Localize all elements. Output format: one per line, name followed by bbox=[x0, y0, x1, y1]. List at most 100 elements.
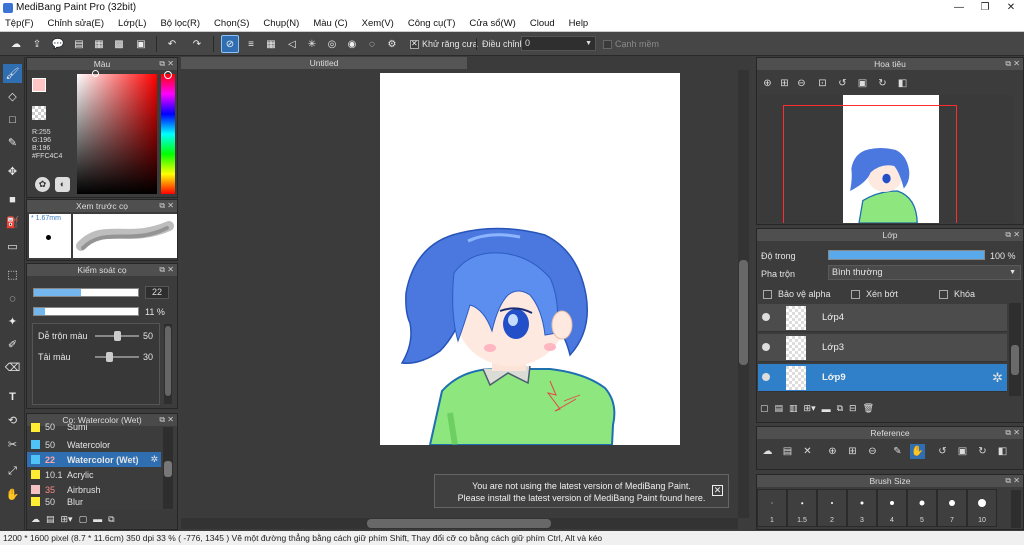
soft-edge-toggle[interactable]: Cạnh mềm bbox=[603, 39, 659, 49]
new-layer-8bit-icon[interactable]: ▤ bbox=[775, 403, 784, 414]
menu-edit[interactable]: Chỉnh sửa(E) bbox=[48, 18, 105, 29]
curve-snap-icon[interactable]: ◉ bbox=[343, 35, 361, 53]
fit-icon[interactable]: ⊞ bbox=[777, 76, 792, 91]
brush-list-item[interactable]: 50 Blur bbox=[27, 497, 161, 507]
visibility-eye-icon[interactable] bbox=[762, 343, 770, 351]
popout-icon[interactable]: ⧉ ✕ bbox=[159, 58, 174, 70]
navigator-viewport-frame[interactable] bbox=[783, 105, 957, 223]
brush-size-cell[interactable]: 7 bbox=[937, 489, 967, 527]
layer-row[interactable]: Lớp4 bbox=[758, 304, 1007, 332]
brush-size-cell[interactable]: 2 bbox=[817, 489, 847, 527]
hue-cursor[interactable] bbox=[164, 71, 172, 79]
export-icon[interactable]: ⇪ bbox=[28, 35, 46, 53]
radial-snap-icon[interactable]: ✳ bbox=[303, 35, 321, 53]
document-icon[interactable]: ▦ bbox=[90, 35, 108, 53]
popout-icon[interactable]: ⧉ ✕ bbox=[159, 264, 174, 276]
zoom-out-icon[interactable]: ⊖ bbox=[794, 76, 809, 91]
brush-list-scrollbar[interactable] bbox=[163, 427, 173, 509]
duplicate-icon[interactable]: ▢ bbox=[79, 514, 88, 525]
operation-tool-icon[interactable]: ⟲ bbox=[3, 411, 22, 430]
menu-view[interactable]: Xem(V) bbox=[362, 18, 394, 29]
menu-window[interactable]: Cửa sổ(W) bbox=[469, 18, 515, 29]
copy-icon[interactable]: ⧉ bbox=[108, 514, 114, 525]
clipping-toggle[interactable]: Xén bớt bbox=[851, 289, 898, 299]
grid-snap-icon[interactable]: ▦ bbox=[262, 35, 280, 53]
close-reference-icon[interactable]: ✕ bbox=[800, 444, 815, 459]
brush-size-cell[interactable]: 3 bbox=[847, 489, 877, 527]
layer-list-scrollbar[interactable] bbox=[1009, 303, 1021, 396]
scroll-thumb[interactable] bbox=[367, 519, 551, 528]
eyedropper-tool-icon[interactable]: ⤢ bbox=[3, 462, 22, 481]
lock-toggle[interactable]: Khóa bbox=[939, 289, 975, 299]
rotate-left-icon[interactable]: ↺ bbox=[935, 444, 950, 459]
layer-row-selected[interactable]: Lớp9 ✲ bbox=[758, 364, 1007, 392]
brush-size-scrollbar[interactable] bbox=[1011, 490, 1021, 528]
snap-settings-icon[interactable]: ⚙ bbox=[383, 35, 401, 53]
new-layer-icon[interactable]: ▢ bbox=[760, 403, 769, 414]
brush-size-cell[interactable]: 4 bbox=[877, 489, 907, 527]
open-folder-icon[interactable]: ▤ bbox=[780, 444, 795, 459]
magic-wand-tool-icon[interactable]: ✦ bbox=[3, 312, 22, 331]
document-tab[interactable]: Untitled bbox=[181, 57, 467, 69]
amount-slider[interactable] bbox=[95, 352, 139, 362]
clipping-checkbox[interactable] bbox=[851, 289, 860, 299]
select-eraser-tool-icon[interactable]: ⌫ bbox=[3, 358, 22, 377]
popout-icon[interactable]: ⧉ ✕ bbox=[1005, 58, 1020, 70]
update-notice[interactable]: You are not using the latest version of … bbox=[434, 474, 729, 508]
lasso-tool-icon[interactable]: ◌ bbox=[3, 289, 22, 308]
rotate-left-icon[interactable]: ↺ bbox=[835, 76, 850, 91]
hue-slider[interactable] bbox=[161, 71, 175, 194]
menu-cloud[interactable]: Cloud bbox=[530, 18, 555, 29]
protect-alpha-toggle[interactable]: Bảo vệ alpha bbox=[763, 289, 831, 299]
navigator-preview[interactable] bbox=[759, 95, 1013, 223]
palette-icon[interactable]: ✿ bbox=[35, 177, 50, 192]
popout-icon[interactable]: ⧉ ✕ bbox=[1005, 427, 1020, 439]
soft-edge-checkbox[interactable] bbox=[603, 39, 612, 49]
protect-alpha-checkbox[interactable] bbox=[763, 289, 772, 299]
select-rect-tool-icon[interactable]: ⬚ bbox=[3, 265, 22, 284]
bucket-tool-icon[interactable]: ⛽ bbox=[3, 213, 22, 232]
reset-view-icon[interactable]: ▣ bbox=[955, 444, 970, 459]
gear-icon[interactable]: ✲ bbox=[150, 454, 158, 465]
add-brush-icon[interactable]: ⊞▾ bbox=[61, 514, 73, 525]
scroll-thumb[interactable] bbox=[1011, 345, 1019, 375]
fit-icon[interactable]: ⊞ bbox=[845, 444, 860, 459]
cloud-icon[interactable]: ☁ bbox=[7, 35, 25, 53]
menu-layer[interactable]: Lớp(L) bbox=[118, 18, 146, 29]
layer-row[interactable]: Lớp3 bbox=[758, 334, 1007, 362]
rotate-right-icon[interactable]: ↻ bbox=[975, 444, 990, 459]
popout-icon[interactable]: ⧉ ✕ bbox=[1005, 229, 1020, 241]
undo-icon[interactable]: ↶ bbox=[163, 35, 181, 53]
select-pen-tool-icon[interactable]: ✐ bbox=[3, 335, 22, 354]
saturation-value-field[interactable] bbox=[77, 70, 157, 194]
hand-icon[interactable]: ✋ bbox=[910, 444, 925, 459]
flip-icon[interactable]: ◧ bbox=[895, 76, 910, 91]
zoom-in-icon[interactable]: ⊕ bbox=[760, 76, 775, 91]
perspective-snap-icon[interactable]: ◁ bbox=[283, 35, 301, 53]
gradient-tool-icon[interactable]: ▭ bbox=[3, 237, 22, 256]
ellipse-snap-icon[interactable]: ◌ bbox=[363, 35, 381, 53]
flip-icon[interactable]: ◧ bbox=[995, 444, 1010, 459]
menu-snap[interactable]: Chụp(N) bbox=[263, 18, 299, 29]
lock-checkbox[interactable] bbox=[939, 289, 948, 299]
brush-size-slider[interactable] bbox=[33, 288, 139, 297]
layer-blend-select[interactable]: Bình thường ▼ bbox=[828, 265, 1021, 280]
amount-slider-knob[interactable] bbox=[106, 352, 114, 362]
close-icon[interactable]: ✕ bbox=[712, 485, 723, 496]
eyedropper-icon[interactable]: ✎ bbox=[890, 444, 905, 459]
menu-file[interactable]: Tệp(F) bbox=[5, 18, 34, 29]
open-folder-icon[interactable]: ▤ bbox=[46, 514, 55, 525]
zoom-out-icon[interactable]: ⊖ bbox=[865, 444, 880, 459]
menu-help[interactable]: Help bbox=[569, 18, 589, 29]
brush-opacity-slider[interactable] bbox=[33, 307, 139, 316]
text-tool-icon[interactable]: T bbox=[3, 387, 22, 406]
brush-list-item[interactable]: 35 Airbrush bbox=[27, 482, 161, 497]
canvas-horizontal-scrollbar[interactable] bbox=[181, 518, 738, 529]
folder-icon[interactable]: ▬ bbox=[822, 404, 831, 414]
speech-icon[interactable]: ▤ bbox=[70, 35, 88, 53]
brush-size-cell[interactable]: 1 bbox=[757, 489, 787, 527]
snap-off-icon[interactable]: ⊘ bbox=[221, 35, 239, 53]
brush-size-cell[interactable]: 1.5 bbox=[787, 489, 817, 527]
zoom-in-icon[interactable]: ⊕ bbox=[825, 444, 840, 459]
pen-tool-icon[interactable]: ✎ bbox=[3, 133, 22, 152]
